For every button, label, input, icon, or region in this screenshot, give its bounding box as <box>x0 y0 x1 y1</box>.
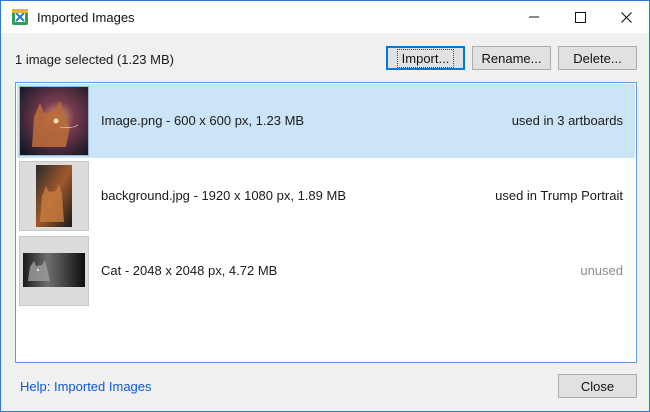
cat-photo-icon <box>20 87 88 155</box>
minimize-button[interactable] <box>511 1 557 33</box>
close-button[interactable]: Close <box>558 374 637 398</box>
rename-button[interactable]: Rename... <box>472 46 551 70</box>
window-title: Imported Images <box>37 10 135 25</box>
image-list[interactable]: Image.png - 600 x 600 px, 1.23 MB used i… <box>15 82 637 363</box>
close-icon <box>620 11 632 23</box>
image-list-item[interactable]: Cat - 2048 x 2048 px, 4.72 MB unused <box>17 234 635 308</box>
title-bar[interactable]: Imported Images <box>1 1 649 33</box>
image-list-item[interactable]: Image.png - 600 x 600 px, 1.23 MB used i… <box>17 84 635 158</box>
image-list-item[interactable]: background.jpg - 1920 x 1080 px, 1.89 MB… <box>17 159 635 233</box>
cat-photo-icon <box>20 162 88 230</box>
image-thumbnail <box>19 236 89 306</box>
app-icon <box>12 9 28 25</box>
image-usage: used in Trump Portrait <box>495 188 623 203</box>
help-link[interactable]: Help: Imported Images <box>20 379 152 394</box>
image-usage: used in 3 artboards <box>511 113 623 128</box>
image-thumbnail <box>19 161 89 231</box>
imported-images-dialog: Imported Images 1 image selected (1.23 M… <box>0 0 650 412</box>
image-usage: unused <box>580 263 623 278</box>
maximize-button[interactable] <box>557 1 603 33</box>
maximize-icon <box>574 11 586 23</box>
image-thumbnail <box>19 86 89 156</box>
close-window-button[interactable] <box>603 1 649 33</box>
import-button[interactable]: Import... <box>386 46 465 70</box>
image-file-info: Image.png - 600 x 600 px, 1.23 MB <box>101 113 305 128</box>
cat-photo-icon <box>20 237 88 305</box>
minimize-icon <box>529 16 539 18</box>
import-button-label: Import... <box>396 48 455 68</box>
image-file-info: Cat - 2048 x 2048 px, 4.72 MB <box>101 263 278 278</box>
selection-info: 1 image selected (1.23 MB) <box>15 52 174 67</box>
delete-button[interactable]: Delete... <box>558 46 637 70</box>
image-file-info: background.jpg - 1920 x 1080 px, 1.89 MB <box>101 188 346 203</box>
